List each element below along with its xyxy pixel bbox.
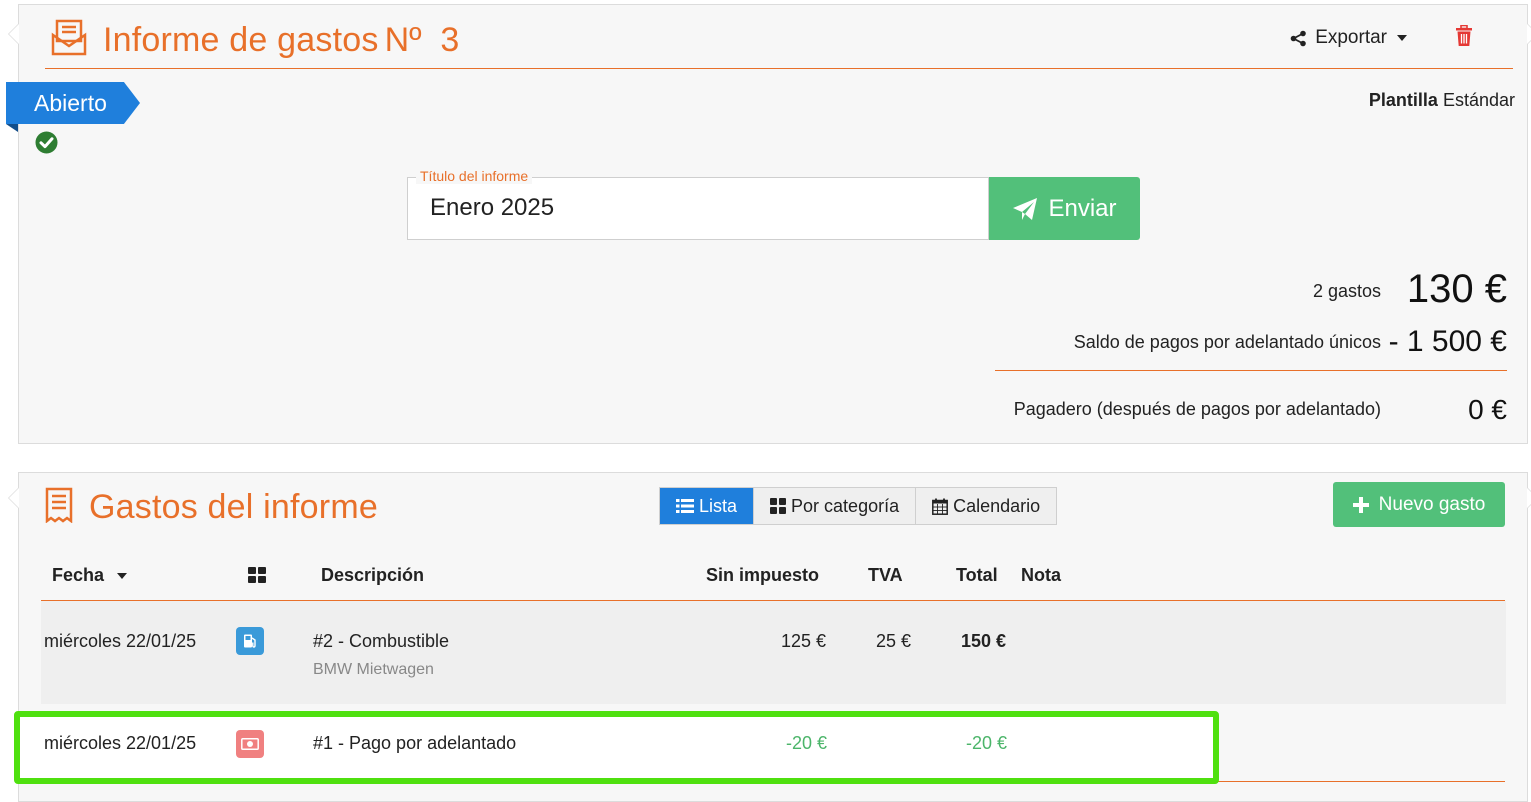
highlighted-table-row[interactable]: miércoles 22/01/25 #1 - Pago por adelant… [14, 711, 1219, 784]
payable-label: Pagadero (después de pagos por adelantad… [1013, 399, 1381, 419]
row-net: -20 € [785, 733, 827, 753]
report-total: 130 € [1406, 267, 1507, 311]
new-expense-label: Nuevo gasto [1378, 493, 1486, 515]
tab-by-category[interactable]: Por categoría [754, 488, 917, 524]
ribbon-fold [6, 124, 18, 132]
grid-icon [770, 498, 787, 514]
envelope-report-icon [51, 19, 89, 62]
advance-balance-label: Saldo de pagos por adelantado únicos [1073, 332, 1381, 352]
trash-icon [1456, 24, 1472, 46]
report-title-field[interactable]: Título del informe [407, 168, 989, 240]
report-title-input[interactable] [430, 194, 970, 222]
delete-button[interactable] [1455, 24, 1473, 52]
sort-down-icon [117, 573, 128, 580]
expenses-header: Gastos del informe [45, 487, 378, 528]
panel-notch-left [8, 23, 19, 45]
column-header-note: Nota [1021, 565, 1061, 585]
tab-list[interactable]: Lista [660, 488, 755, 524]
payable-value: 0 € [1468, 394, 1507, 425]
column-header-total: Total [956, 565, 998, 585]
column-header-tax: TVA [868, 565, 903, 585]
report-header: Informe de gastos Nº 3 [51, 19, 459, 62]
export-button[interactable]: Exportar [1290, 27, 1407, 49]
report-panel: Informe de gastos Nº 3 Exportar Plantilla… [8, 4, 1531, 444]
row-net: 125 € [780, 631, 826, 651]
tab-calendar[interactable]: Calendario [916, 488, 1057, 524]
column-header-description: Descripción [321, 565, 425, 585]
row-description: #2 - Combustible [313, 631, 450, 651]
template-label: Plantilla [1368, 90, 1438, 110]
row-tax: 25 € [875, 631, 911, 651]
panel-notch-right [1527, 23, 1531, 45]
header-divider [45, 68, 1513, 69]
page-title: Informe de gastos [103, 21, 379, 59]
tab-calendar-label: Calendario [953, 495, 1041, 516]
tab-by-category-label: Por categoría [791, 495, 900, 516]
expenses-title: Gastos del informe [89, 488, 378, 526]
column-header-date[interactable]: Fecha [52, 565, 128, 586]
cash-icon [236, 730, 264, 758]
chevron-down-icon [1397, 35, 1407, 41]
receipt-icon [45, 487, 73, 528]
advance-balance-value: - 1 500 € [1388, 325, 1507, 358]
row-total: -20 € [965, 733, 1007, 753]
view-switcher: Lista Por categoría Calendario [659, 487, 1058, 525]
share-icon [1290, 30, 1306, 46]
plus-icon [1352, 496, 1369, 513]
column-header-net: Sin impuesto [706, 565, 820, 585]
row-description: #1 - Pago por adelantado [313, 733, 517, 753]
export-label: Exportar [1315, 27, 1387, 48]
column-date-label: Fecha [52, 565, 105, 585]
panel-notch-right [1527, 487, 1531, 509]
tab-list-label: Lista [699, 495, 738, 516]
summary-divider [995, 370, 1507, 371]
status-label: Abierto [34, 89, 107, 116]
status-badge: Abierto [6, 82, 140, 124]
report-number: Nº 3 [384, 21, 460, 59]
row-subtitle: BMW Mietwagen [313, 661, 434, 678]
template-info: Plantilla Estándar [1369, 90, 1515, 111]
row-total: 150 € [960, 631, 1006, 651]
row-date: miércoles 22/01/25 [44, 733, 197, 753]
column-header-category [248, 567, 266, 588]
expense-count: 2 gastos [1312, 281, 1381, 301]
new-expense-button[interactable]: Nuevo gasto [1333, 482, 1505, 527]
panel-notch-left [8, 487, 19, 509]
paper-plane-icon [1013, 197, 1038, 220]
fuel-icon [236, 627, 264, 655]
list-icon [676, 499, 694, 513]
calendar-icon [932, 498, 949, 515]
send-button[interactable]: Enviar [989, 177, 1140, 240]
send-label: Enviar [1048, 194, 1117, 222]
check-circle-icon [35, 131, 58, 159]
row-date: miércoles 22/01/25 [44, 631, 197, 651]
grid-icon [248, 567, 266, 583]
report-title-legend: Título del informe [416, 168, 533, 184]
template-value: Estándar [1442, 90, 1515, 110]
